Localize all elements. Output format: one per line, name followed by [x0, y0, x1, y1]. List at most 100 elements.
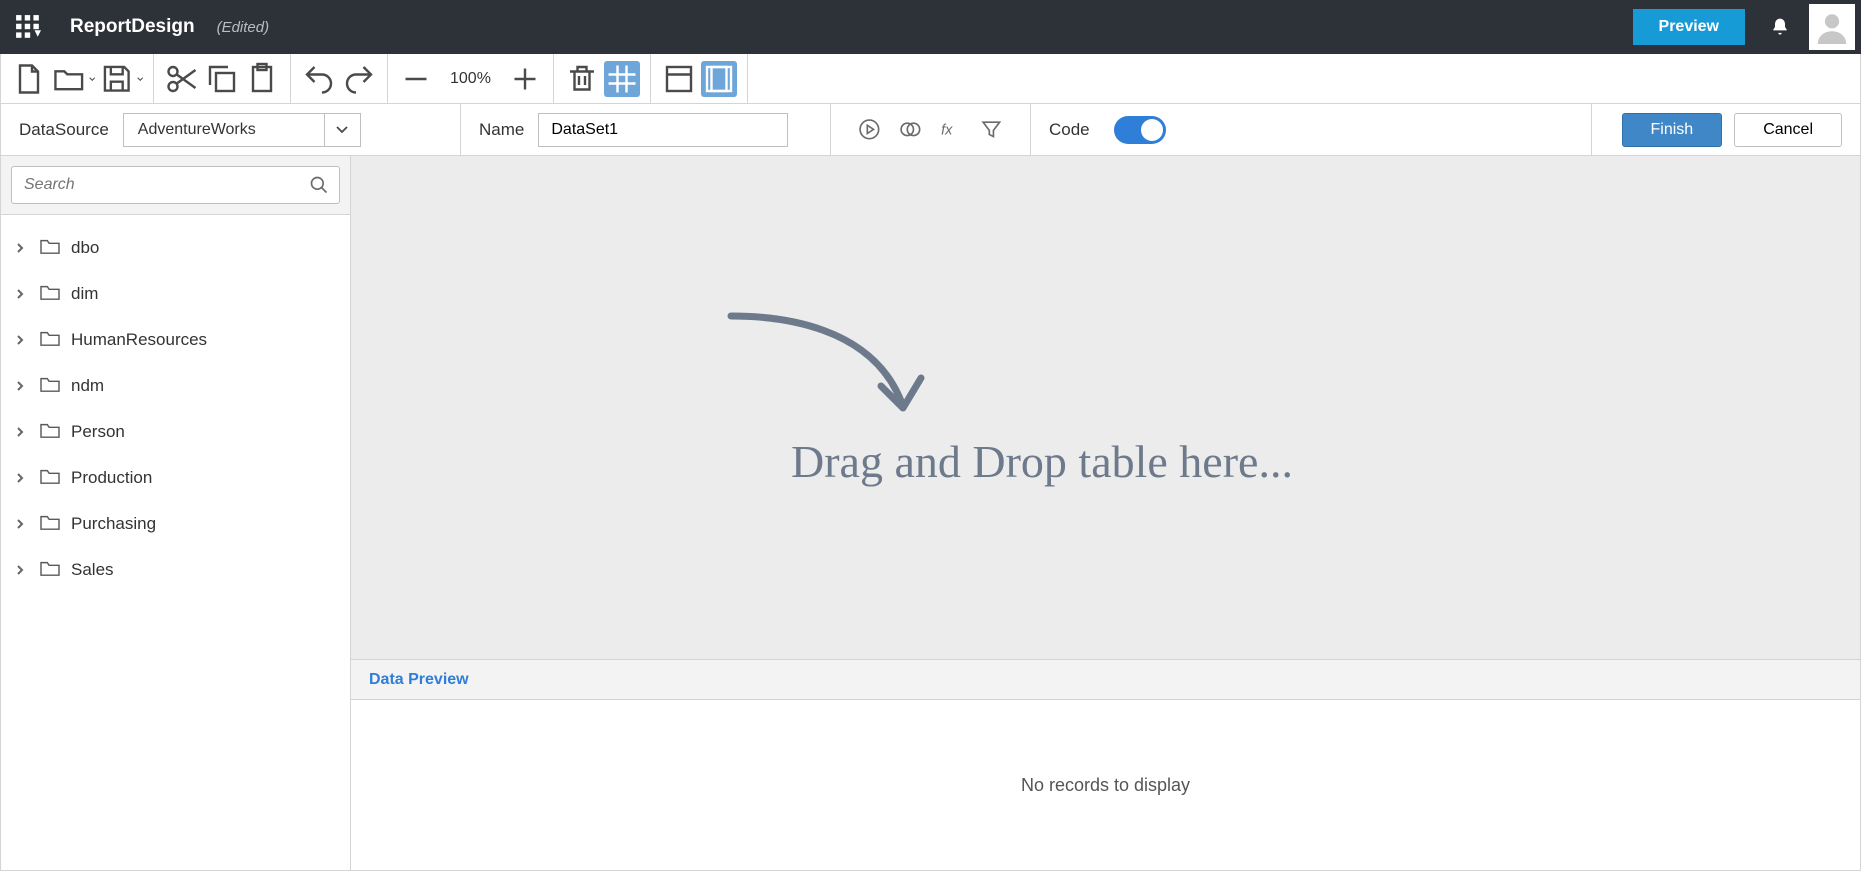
save-button[interactable] — [99, 61, 143, 97]
drag-hint: Drag and Drop table here... — [721, 296, 1621, 488]
data-preview-header[interactable]: Data Preview — [351, 660, 1860, 700]
curved-arrow-icon — [721, 296, 941, 426]
redo-icon — [341, 61, 377, 97]
schema-tree-item[interactable]: Sales — [1, 547, 350, 593]
expand-icon[interactable] — [11, 515, 29, 533]
chevron-down-icon — [335, 125, 349, 135]
scissors-icon — [164, 61, 200, 97]
folder-icon — [39, 329, 61, 352]
fx-icon: fx — [939, 117, 964, 142]
copy-icon — [204, 61, 240, 97]
design-canvas[interactable]: Drag and Drop table here... — [351, 156, 1860, 660]
schema-tree-item[interactable]: Production — [1, 455, 350, 501]
delete-button[interactable] — [564, 61, 600, 97]
code-label: Code — [1049, 120, 1090, 140]
folder-icon — [39, 421, 61, 444]
code-toggle[interactable] — [1114, 116, 1166, 144]
grid-toggle-button[interactable] — [604, 61, 640, 97]
open-file-button[interactable] — [51, 61, 95, 97]
schema-tree-item[interactable]: ndm — [1, 363, 350, 409]
full-width-toggle-button[interactable] — [701, 61, 737, 97]
save-icon — [99, 61, 135, 97]
drag-hint-text: Drag and Drop table here... — [791, 435, 1621, 488]
paste-button[interactable] — [244, 61, 280, 97]
expand-icon[interactable] — [11, 561, 29, 579]
top-bar: ReportDesign (Edited) Preview — [0, 0, 1861, 54]
app-launcher-button[interactable] — [0, 0, 56, 54]
filter-button[interactable] — [979, 115, 1004, 145]
schema-item-label: ndm — [71, 376, 104, 396]
schema-tree-item[interactable]: dbo — [1, 225, 350, 271]
full-layout-icon — [701, 61, 737, 97]
datasource-dropdown-arrow[interactable] — [324, 114, 360, 146]
schema-tree-item[interactable]: HumanResources — [1, 317, 350, 363]
plus-icon — [507, 61, 543, 97]
grid-icon — [604, 61, 640, 97]
schema-search-box[interactable] — [11, 166, 340, 204]
no-records-text: No records to display — [1021, 775, 1190, 796]
expand-icon[interactable] — [11, 331, 29, 349]
datasource-value: AdventureWorks — [124, 121, 324, 139]
schema-tree: dbo dim HumanResources ndm Person Production P… — [1, 215, 350, 603]
filter-icon — [979, 117, 1004, 142]
expand-icon[interactable] — [11, 239, 29, 257]
zoom-level: 100% — [436, 70, 505, 88]
join-button[interactable] — [898, 115, 923, 145]
cancel-button[interactable]: Cancel — [1734, 113, 1842, 147]
schema-item-label: dim — [71, 284, 98, 304]
zoom-in-button[interactable] — [507, 61, 543, 97]
redo-button[interactable] — [341, 61, 377, 97]
preview-button[interactable]: Preview — [1633, 9, 1745, 45]
expand-icon[interactable] — [11, 285, 29, 303]
undo-button[interactable] — [301, 61, 337, 97]
schema-item-label: Purchasing — [71, 514, 156, 534]
schema-search-input[interactable] — [22, 175, 309, 195]
expand-icon[interactable] — [11, 469, 29, 487]
dataset-name-input[interactable] — [538, 113, 788, 147]
datasource-label: DataSource — [19, 120, 109, 140]
undo-icon — [301, 61, 337, 97]
bell-icon — [1770, 16, 1790, 38]
folder-icon — [39, 237, 61, 260]
schema-tree-item[interactable]: Person — [1, 409, 350, 455]
schema-tree-item[interactable]: dim — [1, 271, 350, 317]
apps-grid-icon — [15, 14, 41, 40]
trash-icon — [564, 61, 600, 97]
notifications-button[interactable] — [1753, 0, 1807, 54]
schema-tree-item[interactable]: Purchasing — [1, 501, 350, 547]
dataset-config-bar: DataSource AdventureWorks Name fx Code F… — [0, 104, 1861, 156]
schema-item-label: Production — [71, 468, 152, 488]
data-preview-body: No records to display — [351, 700, 1860, 870]
datasource-select[interactable]: AdventureWorks — [123, 113, 361, 147]
user-icon — [1815, 10, 1849, 44]
run-button[interactable] — [857, 115, 882, 145]
expand-icon[interactable] — [11, 423, 29, 441]
edited-status: (Edited) — [217, 19, 270, 36]
zoom-out-button[interactable] — [398, 61, 434, 97]
expression-button[interactable]: fx — [939, 115, 964, 145]
new-file-button[interactable] — [11, 61, 47, 97]
file-icon — [11, 61, 47, 97]
folder-icon — [39, 513, 61, 536]
main-area: dbo dim HumanResources ndm Person Production P… — [0, 156, 1861, 871]
main-toolbar: 100% — [0, 54, 1861, 104]
cut-button[interactable] — [164, 61, 200, 97]
copy-button[interactable] — [204, 61, 240, 97]
schema-item-label: HumanResources — [71, 330, 207, 350]
folder-open-icon — [51, 61, 87, 97]
header-toggle-button[interactable] — [661, 61, 697, 97]
chevron-down-icon — [137, 75, 143, 83]
folder-icon — [39, 375, 61, 398]
finish-button[interactable]: Finish — [1622, 113, 1723, 147]
folder-icon — [39, 283, 61, 306]
schema-item-label: dbo — [71, 238, 99, 258]
minus-icon — [398, 61, 434, 97]
folder-icon — [39, 467, 61, 490]
user-avatar-button[interactable] — [1809, 4, 1855, 50]
clipboard-icon — [244, 61, 280, 97]
play-circle-icon — [857, 117, 882, 142]
canvas-column: Drag and Drop table here... Data Preview… — [351, 156, 1860, 870]
svg-text:fx: fx — [941, 123, 953, 139]
expand-icon[interactable] — [11, 377, 29, 395]
name-label: Name — [479, 120, 524, 140]
